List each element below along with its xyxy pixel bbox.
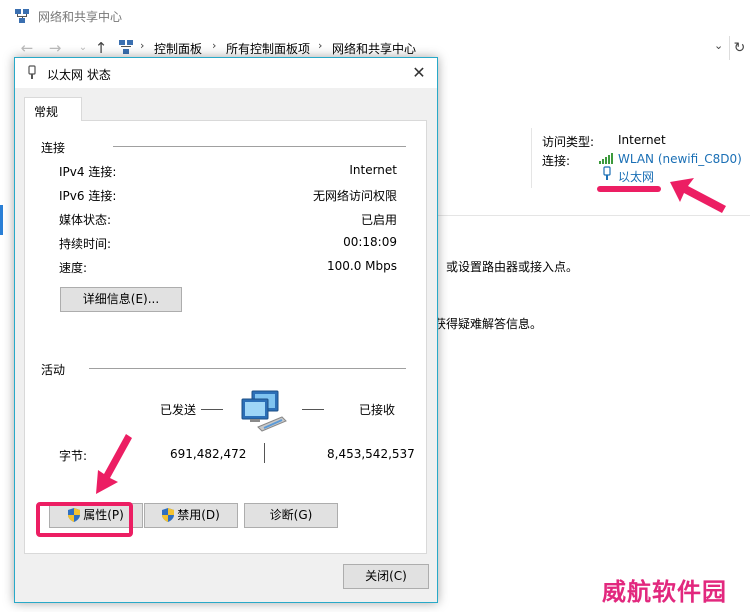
access-type-label: 访问类型: xyxy=(542,135,595,149)
wifi-signal-icon xyxy=(599,153,613,164)
duration-row: 持续时间: 00:18:09 xyxy=(59,235,397,255)
received-line xyxy=(302,409,324,410)
diagnose-button[interactable]: 诊断(G) xyxy=(244,503,338,528)
received-label: 已接收 xyxy=(359,403,396,417)
activity-group-title: 活动 xyxy=(41,361,72,378)
close-button[interactable]: 关闭(C) xyxy=(343,564,429,589)
dialog-title: 以太网 状态 xyxy=(47,68,111,82)
duration-value: 00:18:09 xyxy=(343,235,397,249)
media-state-value: 已启用 xyxy=(360,213,397,227)
connection-group-title: 连接 xyxy=(41,139,72,156)
breadcrumb-separator-icon: › xyxy=(140,39,145,52)
media-state-row: 媒体状态: 已启用 xyxy=(59,211,397,231)
forward-arrow-icon[interactable]: → xyxy=(46,38,64,58)
window-edge-accent xyxy=(0,205,3,235)
bytes-sent-value: 691,482,472 xyxy=(170,447,247,461)
speed-label: 速度: xyxy=(59,261,88,275)
info-divider xyxy=(531,128,532,188)
tab-general[interactable]: 常规 xyxy=(24,97,82,121)
bytes-label: 字节: xyxy=(59,449,88,463)
uac-shield-icon xyxy=(162,508,175,522)
ethernet-connection-link[interactable]: 以太网 xyxy=(618,168,654,185)
back-arrow-icon[interactable]: ← xyxy=(18,38,36,58)
address-dropdown-icon[interactable]: ⌄ xyxy=(714,39,723,52)
general-panel: 连接 IPv4 连接: Internet IPv6 连接: 无网络访问权限 媒体… xyxy=(24,120,427,554)
breadcrumb-separator-icon: › xyxy=(212,39,217,52)
section-divider xyxy=(438,215,750,216)
speed-row: 速度: 100.0 Mbps xyxy=(59,259,397,279)
close-icon[interactable]: ✕ xyxy=(407,62,431,84)
group-divider xyxy=(113,146,406,147)
wlan-connection-link[interactable]: WLAN (newifi_C8D0) xyxy=(618,152,742,166)
speed-value: 100.0 Mbps xyxy=(326,259,397,273)
annotation-highlight-box xyxy=(36,502,133,537)
breadcrumb-network-center[interactable]: 网络和共享中心 xyxy=(332,40,416,57)
ipv4-value: Internet xyxy=(349,163,397,177)
media-state-label: 媒体状态: xyxy=(59,213,112,227)
annotation-arrow-icon xyxy=(670,178,726,213)
breadcrumb-all-items[interactable]: 所有控制面板项 xyxy=(226,40,310,57)
duration-label: 持续时间: xyxy=(59,237,112,251)
ethernet-plug-icon xyxy=(28,65,36,79)
sent-label: 已发送 xyxy=(160,403,197,417)
details-button[interactable]: 详细信息(E)... xyxy=(60,287,182,312)
up-arrow-icon[interactable]: ↑ xyxy=(92,38,110,58)
watermark-text: 威航软件园 xyxy=(602,578,727,606)
dialog-titlebar: 以太网 状态 ✕ xyxy=(15,58,437,88)
disable-button[interactable]: 禁用(D) xyxy=(144,503,238,528)
recent-dropdown-icon[interactable]: ⌄ xyxy=(74,38,92,58)
breadcrumb-separator-icon: › xyxy=(318,39,323,52)
ipv6-label: IPv6 连接: xyxy=(59,189,117,203)
ipv6-value: 无网络访问权限 xyxy=(312,189,397,203)
breadcrumb-control-panel[interactable]: 控制面板 xyxy=(154,40,202,57)
window-titlebar: 网络和共享中心 xyxy=(0,0,750,32)
control-panel-icon xyxy=(119,40,133,54)
sent-line xyxy=(201,409,223,410)
bytes-received-value: 8,453,542,537 xyxy=(327,447,415,461)
ethernet-plug-icon xyxy=(603,166,611,180)
window-title: 网络和共享中心 xyxy=(38,10,123,24)
access-type-value: Internet xyxy=(618,133,666,147)
annotation-underline xyxy=(597,186,661,192)
disable-label: 禁用(D) xyxy=(177,508,220,522)
network-center-icon xyxy=(15,9,29,23)
troubleshoot-text: 获得疑难解答信息。 xyxy=(434,317,543,331)
refresh-icon[interactable]: ↻ xyxy=(729,36,749,60)
ipv4-row: IPv4 连接: Internet xyxy=(59,163,397,183)
connections-label: 连接: xyxy=(542,154,571,168)
group-divider xyxy=(89,368,406,369)
network-computers-icon xyxy=(241,390,287,432)
setup-router-text: ：或设置路由器或接入点。 xyxy=(434,260,579,274)
ipv6-row: IPv6 连接: 无网络访问权限 xyxy=(59,187,397,207)
bytes-separator xyxy=(264,443,265,463)
ipv4-label: IPv4 连接: xyxy=(59,165,117,179)
address-field[interactable] xyxy=(116,36,728,59)
annotation-arrow-icon xyxy=(96,434,132,494)
